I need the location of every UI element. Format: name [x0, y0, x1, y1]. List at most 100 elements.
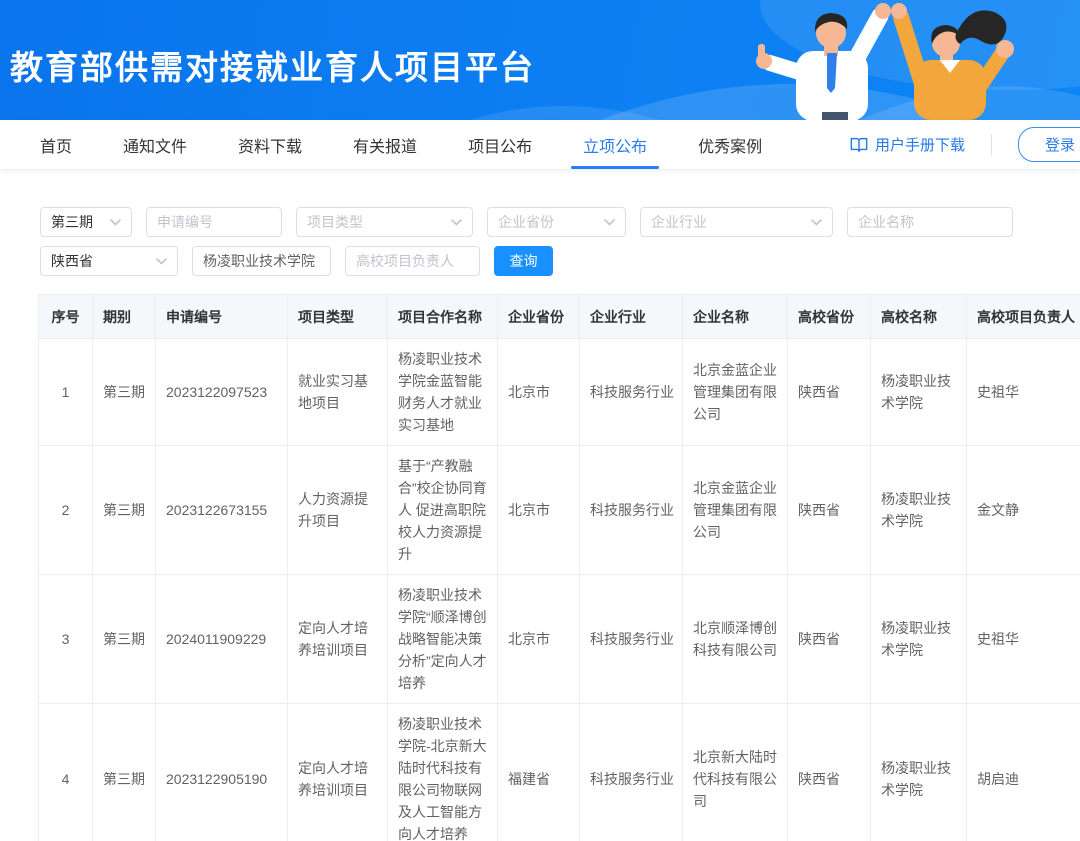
table-cell: 杨凌职业技术学院“顺泽博创战略智能决策分析”定向人才培养 [388, 575, 498, 704]
table-cell: 2024011909229 [156, 575, 288, 704]
page-title: 教育部供需对接就业育人项目平台 [10, 41, 535, 89]
company-province-placeholder: 企业省份 [498, 212, 554, 232]
table-row: 3第三期2024011909229定向人才培养培训项目杨凌职业技术学院“顺泽博创… [39, 575, 1080, 704]
table-cell: 陕西省 [788, 704, 871, 841]
column-header: 项目合作名称 [388, 295, 498, 339]
table-cell: 3 [39, 575, 93, 704]
table-cell: 胡启迪 [967, 704, 1080, 841]
table-cell: 第三期 [93, 575, 156, 704]
table-cell: 2 [39, 446, 93, 575]
search-button[interactable]: 查询 [494, 246, 553, 276]
chevron-down-icon [811, 219, 822, 226]
nav-item-link[interactable]: 通知文件 [123, 120, 187, 169]
table-cell: 2023122097523 [156, 339, 288, 446]
college-leader-input[interactable] [345, 246, 480, 276]
column-header: 高校省份 [788, 295, 871, 339]
table-header-row: 序号期别申请编号项目类型项目合作名称企业省份企业行业企业名称高校省份高校名称高校… [39, 295, 1080, 339]
banner: 教育部供需对接就业育人项目平台 [0, 0, 1080, 120]
table-cell: 2023122905190 [156, 704, 288, 841]
project-type-select[interactable]: 项目类型 [296, 207, 473, 237]
project-type-placeholder: 项目类型 [307, 212, 363, 232]
column-header: 高校名称 [871, 295, 967, 339]
table-cell: 杨凌职业技术学院 [871, 446, 967, 575]
company-name-input[interactable] [847, 207, 1013, 237]
table-cell: 史祖华 [967, 339, 1080, 446]
application-no-input[interactable] [146, 207, 282, 237]
table-cell: 杨凌职业技术学院金蓝智能财务人才就业实习基地 [388, 339, 498, 446]
company-industry-placeholder: 企业行业 [651, 212, 707, 232]
manual-download-link[interactable]: 用户手册下载 [850, 134, 965, 155]
projects-table: 序号期别申请编号项目类型项目合作名称企业省份企业行业企业名称高校省份高校名称高校… [38, 294, 1080, 841]
table-cell: 北京新大陆时代科技有限公司 [683, 704, 788, 841]
table-cell: 陕西省 [788, 339, 871, 446]
college-name-input[interactable] [192, 246, 331, 276]
table-cell: 定向人才培养培训项目 [288, 575, 388, 704]
nav-item-link[interactable]: 资料下载 [238, 120, 302, 169]
table-cell: 杨凌职业技术学院-北京新大陆时代科技有限公司物联网及人工智能方向人才培养 [388, 704, 498, 841]
login-button[interactable]: 登录 [1018, 127, 1080, 162]
table-cell: 金文静 [967, 446, 1080, 575]
nav-item-active[interactable]: 立项公布 [583, 120, 647, 169]
chevron-down-icon [110, 219, 121, 226]
table-cell: 北京顺泽博创科技有限公司 [683, 575, 788, 704]
filter-row-1: 第三期 项目类型 企业省份 企业行业 [40, 207, 1080, 237]
table-cell: 陕西省 [788, 446, 871, 575]
chevron-down-icon [451, 219, 462, 226]
nav-item-link[interactable]: 有关报道 [353, 120, 417, 169]
table-cell: 北京金蓝企业管理集团有限公司 [683, 446, 788, 575]
column-header: 项目类型 [288, 295, 388, 339]
period-select-value: 第三期 [51, 212, 93, 232]
projects-table-wrap: 序号期别申请编号项目类型项目合作名称企业省份企业行业企业名称高校省份高校名称高校… [38, 294, 1080, 841]
table-cell: 第三期 [93, 446, 156, 575]
chevron-down-icon [156, 258, 167, 265]
table-cell: 第三期 [93, 339, 156, 446]
table-cell: 北京市 [498, 339, 580, 446]
nav-items: 首页 通知文件 资料下载 有关报道 项目公布 立项公布 优秀案例 [0, 120, 813, 169]
college-province-select[interactable]: 陕西省 [40, 246, 178, 276]
table-cell: 陕西省 [788, 575, 871, 704]
nav-item-link[interactable]: 优秀案例 [698, 120, 762, 169]
table-cell: 史祖华 [967, 575, 1080, 704]
table-cell: 4 [39, 704, 93, 841]
table-cell: 第三期 [93, 704, 156, 841]
column-header: 申请编号 [156, 295, 288, 339]
nav-bar: 首页 通知文件 资料下载 有关报道 项目公布 立项公布 优秀案例 用户手册下载 登录 [0, 120, 1080, 170]
table-cell: 基于“产教融合”校企协同育人 促进高职院校人力资源提升 [388, 446, 498, 575]
column-header: 企业行业 [580, 295, 683, 339]
table-row: 1第三期2023122097523就业实习基地项目杨凌职业技术学院金蓝智能财务人… [39, 339, 1080, 446]
chevron-down-icon [604, 219, 615, 226]
nav-item-link[interactable]: 首页 [40, 120, 72, 169]
nav-item-link[interactable]: 项目公布 [468, 120, 532, 169]
table-cell: 福建省 [498, 704, 580, 841]
table-cell: 北京市 [498, 575, 580, 704]
table-cell: 1 [39, 339, 93, 446]
column-header: 企业省份 [498, 295, 580, 339]
table-row: 4第三期2023122905190定向人才培养培训项目杨凌职业技术学院-北京新大… [39, 704, 1080, 841]
company-province-select[interactable]: 企业省份 [487, 207, 626, 237]
table-cell: 北京市 [498, 446, 580, 575]
table-cell: 杨凌职业技术学院 [871, 339, 967, 446]
table-body: 1第三期2023122097523就业实习基地项目杨凌职业技术学院金蓝智能财务人… [39, 339, 1080, 841]
book-icon [850, 137, 868, 152]
table-cell: 科技服务行业 [580, 339, 683, 446]
manual-download-label: 用户手册下载 [875, 134, 965, 155]
college-province-value: 陕西省 [51, 251, 93, 271]
column-header: 企业名称 [683, 295, 788, 339]
company-industry-select[interactable]: 企业行业 [640, 207, 833, 237]
table-cell: 定向人才培养培训项目 [288, 704, 388, 841]
table-row: 2第三期2023122673155人力资源提升项目基于“产教融合”校企协同育人 … [39, 446, 1080, 575]
table-cell: 科技服务行业 [580, 575, 683, 704]
table-cell: 科技服务行业 [580, 446, 683, 575]
filter-row-2: 陕西省 查询 [40, 246, 1080, 276]
period-select[interactable]: 第三期 [40, 207, 132, 237]
table-cell: 科技服务行业 [580, 704, 683, 841]
table-cell: 北京金蓝企业管理集团有限公司 [683, 339, 788, 446]
table-cell: 就业实习基地项目 [288, 339, 388, 446]
column-header: 期别 [93, 295, 156, 339]
column-header: 序号 [39, 295, 93, 339]
filter-section: 第三期 项目类型 企业省份 企业行业 陕西省 [0, 170, 1080, 276]
column-header: 高校项目负责人 [967, 295, 1080, 339]
nav-divider [991, 134, 992, 156]
table-cell: 杨凌职业技术学院 [871, 704, 967, 841]
table-cell: 杨凌职业技术学院 [871, 575, 967, 704]
